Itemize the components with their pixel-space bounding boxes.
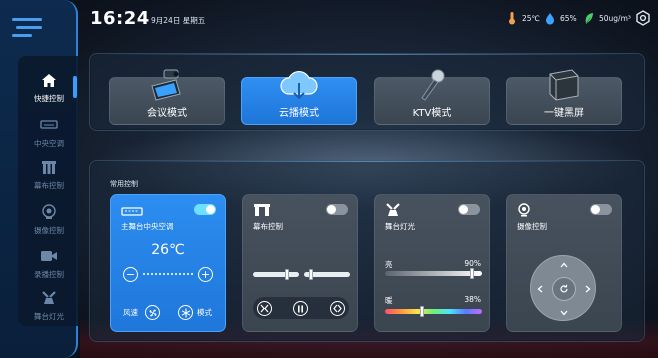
- temperature-value: 25℃: [522, 13, 540, 23]
- water-drop-icon: [544, 11, 556, 25]
- logo-icon: [12, 14, 48, 40]
- lighting-power-toggle[interactable]: [458, 204, 480, 215]
- pan-up-button[interactable]: [559, 260, 569, 270]
- curtain-card[interactable]: 幕布控制: [242, 194, 358, 332]
- brightness-slider[interactable]: [385, 271, 482, 276]
- clock-time: 16:24: [90, 8, 150, 29]
- pan-down-button[interactable]: [559, 308, 569, 318]
- black-screen-icon: [544, 66, 584, 104]
- curtain-title: 幕布控制: [253, 222, 283, 231]
- panel-accent: [90, 161, 646, 162]
- air-quality-value: 50ug/m³: [599, 13, 631, 23]
- sidebar-item-label: 录播控制: [34, 270, 64, 279]
- temperature-increase-button[interactable]: +: [198, 267, 213, 282]
- camera-icon: [40, 204, 58, 220]
- sidebar-item-central-ac[interactable]: 中央空调: [24, 117, 74, 157]
- gear-icon: [636, 10, 650, 26]
- camera-ptz-pad: [530, 255, 596, 321]
- air-conditioner-icon: [121, 202, 143, 216]
- sidebar-item-label: 舞台灯光: [34, 312, 64, 321]
- curtain-right-slider-knob[interactable]: [308, 269, 313, 280]
- fan-speed-button[interactable]: [145, 305, 160, 320]
- thermometer-icon: [506, 11, 518, 25]
- close-inward-icon: [260, 304, 269, 313]
- ac-power-toggle[interactable]: [194, 204, 216, 215]
- ac-mode-label: 模式: [197, 308, 212, 317]
- cloud-icon: [279, 66, 319, 104]
- mode-label: KTV模式: [412, 108, 452, 119]
- brightness-label: 亮: [385, 260, 393, 269]
- sidebar-item-label: 中央空调: [34, 139, 64, 148]
- mode-label: 会议模式: [147, 108, 187, 119]
- settings-button[interactable]: [635, 10, 651, 26]
- air-conditioner-icon: [40, 117, 58, 133]
- brightness-value: 90%: [464, 259, 481, 268]
- panel-accent: [90, 54, 646, 55]
- sidebar-item-stage-light[interactable]: 舞台灯光: [24, 290, 74, 330]
- curtain-icon: [40, 159, 58, 175]
- curtain-pause-button[interactable]: [293, 301, 308, 316]
- sidebar-item-curtain[interactable]: 幕布控制: [24, 159, 74, 199]
- color-temperature-slider[interactable]: [385, 309, 482, 314]
- warmth-label: 暖: [385, 296, 393, 305]
- curtain-open-button[interactable]: [330, 301, 345, 316]
- curtain-left-slider-knob[interactable]: [284, 269, 289, 280]
- sidebar-item-label: 摄像控制: [34, 226, 64, 235]
- mode-label: 云播模式: [279, 108, 319, 119]
- lighting-card[interactable]: 舞台灯光 亮 90% 暖 38%: [374, 194, 490, 332]
- curtain-icon: [253, 202, 271, 216]
- sidebar-item-camera[interactable]: 摄像控制: [24, 204, 74, 244]
- open-outward-icon: [333, 304, 342, 313]
- sidebar-item-label: 幕布控制: [34, 181, 64, 190]
- color-temperature-slider-knob[interactable]: [419, 306, 424, 317]
- camera-power-toggle[interactable]: [590, 204, 612, 215]
- curtain-power-toggle[interactable]: [326, 204, 348, 215]
- fan-icon: [149, 309, 156, 316]
- chevron-up-icon: [560, 262, 568, 268]
- ac-card[interactable]: 主舞台中央空调 26℃ − + 风速 模式: [110, 194, 226, 332]
- humidity-status: 65%: [544, 11, 577, 25]
- temperature-decrease-button[interactable]: −: [123, 267, 138, 282]
- lighting-title: 舞台灯光: [385, 222, 415, 231]
- chevron-right-icon: [585, 285, 591, 293]
- stage-light-icon: [40, 290, 58, 306]
- snowflake-icon: [181, 308, 190, 317]
- sidebar-item-recording[interactable]: 录播控制: [24, 248, 74, 288]
- chevron-down-icon: [560, 310, 568, 316]
- air-quality-status: 50ug/m³: [583, 11, 631, 25]
- sidebar: 快捷控制 中央空调 幕布控制 摄像控制 录播控制 舞台灯光: [0, 0, 78, 358]
- pause-icon: [298, 305, 303, 312]
- curtain-close-button[interactable]: [257, 301, 272, 316]
- chevron-left-icon: [537, 285, 543, 293]
- warmth-value: 38%: [464, 295, 481, 304]
- curtain-left-slider[interactable]: [253, 272, 299, 277]
- temperature-status: 25℃: [506, 11, 540, 25]
- video-record-icon: [40, 248, 58, 264]
- temperature-scale: [143, 273, 195, 275]
- pan-right-button[interactable]: [583, 284, 593, 294]
- ac-title: 主舞台中央空调: [121, 222, 174, 231]
- camera-reset-button[interactable]: [552, 277, 576, 301]
- mode-label: 一键黑屏: [544, 108, 584, 119]
- ac-mode-button[interactable]: [178, 305, 193, 320]
- refresh-icon: [560, 284, 568, 293]
- leaf-icon: [583, 11, 595, 25]
- ac-temperature: 26℃: [151, 242, 185, 258]
- camera-title: 摄像控制: [517, 222, 547, 231]
- brightness-slider-knob[interactable]: [470, 268, 475, 279]
- stage-light-icon: [385, 202, 403, 216]
- sidebar-item-label: 快捷控制: [34, 94, 64, 103]
- microphone-icon: [412, 66, 452, 104]
- camera-icon: [517, 202, 535, 217]
- projector-icon: [146, 66, 186, 104]
- humidity-value: 65%: [560, 13, 577, 23]
- clock-date: 9月24日 星期五: [151, 16, 206, 25]
- section-title: 常用控制: [110, 180, 138, 188]
- pan-left-button[interactable]: [535, 284, 545, 294]
- sidebar-item-quick-control[interactable]: 快捷控制: [24, 72, 74, 112]
- fan-speed-label: 风速: [123, 308, 138, 317]
- home-icon: [40, 72, 58, 88]
